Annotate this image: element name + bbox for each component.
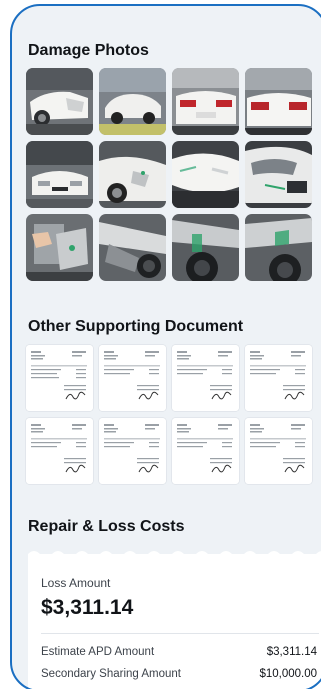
estimate-apd-row: Estimate APD Amount $3,311.14: [41, 646, 317, 658]
card-scalloped-edge: [28, 551, 321, 562]
document-thumbnail[interactable]: [26, 345, 93, 411]
secondary-sharing-label: Secondary Sharing Amount: [41, 668, 182, 680]
document-thumbnail[interactable]: [99, 345, 166, 411]
estimate-apd-value: $3,311.14: [266, 646, 317, 658]
document-thumbnail[interactable]: [99, 418, 166, 484]
document-thumbnail[interactable]: [172, 345, 239, 411]
secondary-sharing-row: Secondary Sharing Amount $10,000.00: [41, 668, 317, 680]
damage-photos-title: Damage Photos: [28, 42, 149, 59]
phone-frame: Damage Photos Other Supporting Document …: [10, 4, 321, 689]
damage-photo-9[interactable]: [26, 214, 93, 281]
document-thumbnail[interactable]: [172, 418, 239, 484]
loss-amount-value: $3,311.14: [41, 596, 134, 619]
secondary-sharing-value: $10,000.00: [259, 668, 317, 680]
damage-photo-grid: [26, 68, 316, 281]
repair-costs-title: Repair & Loss Costs: [28, 518, 185, 535]
document-thumbnail[interactable]: [245, 418, 312, 484]
damage-photo-5[interactable]: [26, 141, 93, 208]
loss-amount-label: Loss Amount: [41, 576, 111, 590]
damage-photo-7[interactable]: [172, 141, 239, 208]
supporting-documents-title: Other Supporting Document: [28, 318, 244, 335]
document-grid: [26, 345, 316, 484]
damage-photo-1[interactable]: [26, 68, 93, 135]
document-thumbnail[interactable]: [245, 345, 312, 411]
damage-photo-12[interactable]: [245, 214, 312, 281]
repair-costs-card: Loss Amount $3,311.14 Estimate APD Amoun…: [28, 551, 321, 689]
damage-photo-3[interactable]: [172, 68, 239, 135]
damage-photo-6[interactable]: [99, 141, 166, 208]
divider: [41, 633, 319, 634]
damage-photo-8[interactable]: [245, 141, 312, 208]
damage-photo-4[interactable]: [245, 68, 312, 135]
document-thumbnail[interactable]: [26, 418, 93, 484]
damage-photo-11[interactable]: [172, 214, 239, 281]
damage-photo-2[interactable]: [99, 68, 166, 135]
damage-photo-10[interactable]: [99, 214, 166, 281]
estimate-apd-label: Estimate APD Amount: [41, 646, 155, 658]
